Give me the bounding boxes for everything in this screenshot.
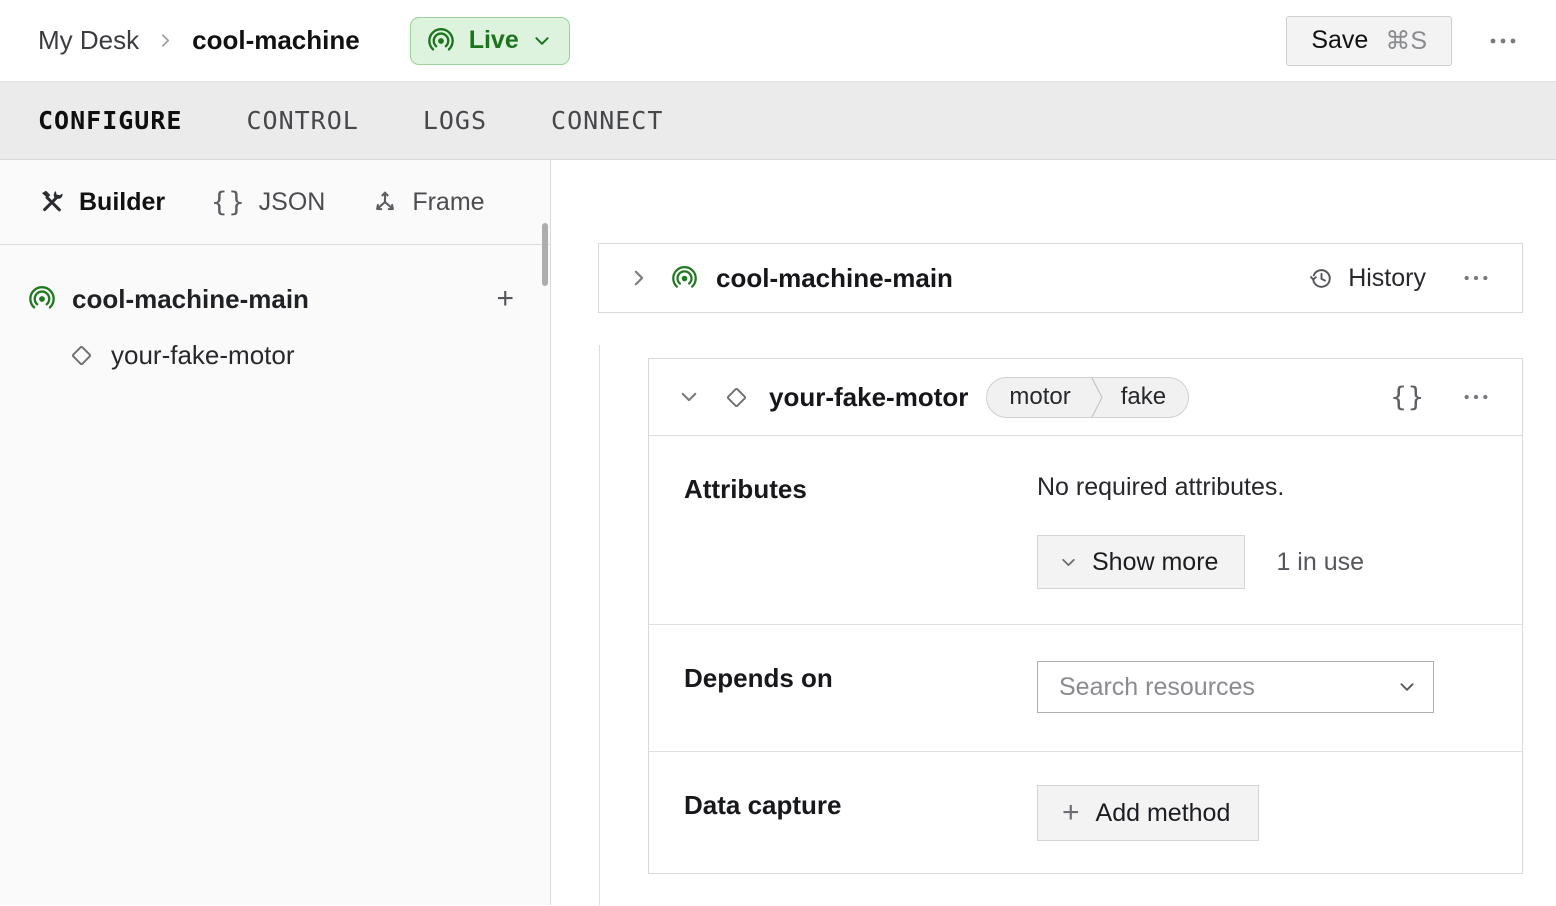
frame-axes-icon	[371, 188, 399, 216]
plus-icon: +	[1062, 796, 1080, 829]
attributes-empty-text: No required attributes.	[1037, 473, 1285, 501]
breadcrumb: My Desk cool-machine	[38, 25, 360, 56]
config-main-panel: cool-machine-main History your-fake-moto…	[551, 160, 1556, 905]
breadcrumb-my-desk[interactable]: My Desk	[38, 25, 139, 56]
machine-status-dropdown[interactable]: Live	[409, 16, 570, 65]
part-card-title: cool-machine-main	[716, 262, 953, 293]
attributes-in-use-count: 1 in use	[1276, 547, 1365, 576]
tree-item-part[interactable]: cool-machine-main +	[0, 271, 550, 327]
mode-frame-label: Frame	[412, 187, 485, 216]
save-button[interactable]: Save ⌘S	[1286, 15, 1452, 66]
show-more-label: Show more	[1092, 547, 1219, 576]
component-type-badge: motor fake	[986, 376, 1190, 418]
add-method-label: Add method	[1095, 798, 1231, 827]
sidebar-scrollbar-thumb[interactable]	[542, 223, 548, 286]
tab-bar: CONFIGURE CONTROL LOGS CONNECT	[0, 82, 1556, 160]
history-clock-icon	[1308, 265, 1335, 292]
tab-configure[interactable]: CONFIGURE	[38, 106, 182, 135]
breadcrumb-machine-name: cool-machine	[192, 25, 360, 55]
save-shortcut-hint: ⌘S	[1385, 26, 1427, 55]
badge-divider-icon	[1091, 377, 1105, 417]
badge-model: fake	[1120, 383, 1167, 410]
attributes-section: Attributes No required attributes. Show …	[649, 436, 1522, 624]
tree-guide-line	[599, 345, 600, 905]
show-more-button[interactable]: Show more	[1037, 535, 1246, 589]
machine-part-icon	[28, 285, 56, 313]
part-expand-chevron-icon[interactable]	[629, 268, 649, 288]
builder-tools-icon	[38, 188, 66, 216]
badge-type: motor	[1009, 383, 1071, 410]
mode-frame[interactable]: Frame	[371, 187, 485, 217]
viam-live-icon	[427, 27, 455, 55]
chevron-down-icon	[1060, 554, 1077, 571]
component-collapse-chevron-icon[interactable]	[679, 387, 699, 407]
component-card-title: your-fake-motor	[769, 381, 969, 412]
tab-connect[interactable]: CONNECT	[551, 106, 663, 135]
depends-on-section: Depends on	[649, 624, 1522, 751]
component-diamond-icon	[68, 342, 95, 369]
part-overflow-menu-button[interactable]	[1460, 267, 1492, 289]
add-method-button[interactable]: + Add method	[1037, 785, 1260, 841]
part-card: cool-machine-main History	[598, 243, 1523, 313]
machine-part-icon	[671, 265, 698, 292]
component-overflow-menu-button[interactable]	[1460, 386, 1492, 408]
history-label: History	[1348, 263, 1426, 292]
chevron-down-icon	[533, 32, 551, 50]
save-label: Save	[1311, 26, 1369, 54]
depends-on-select	[1037, 661, 1434, 713]
top-header: My Desk cool-machine Live Save ⌘S	[0, 0, 1556, 82]
search-resources-input[interactable]	[1037, 661, 1434, 713]
header-overflow-menu-button[interactable]	[1486, 30, 1520, 52]
data-capture-section: Data capture + Add method	[649, 751, 1522, 873]
mode-builder[interactable]: Builder	[38, 188, 165, 217]
resource-tree: cool-machine-main + your-fake-motor	[0, 245, 550, 383]
component-json-button[interactable]: {}	[1390, 382, 1425, 413]
mode-json[interactable]: {} JSON	[211, 187, 325, 218]
data-capture-label: Data capture	[684, 790, 842, 820]
component-card-header: your-fake-motor motor fake {}	[649, 359, 1522, 436]
tree-item-component[interactable]: your-fake-motor	[0, 327, 550, 383]
config-sidebar: Builder {} JSON Frame cool-machine-main …	[0, 160, 551, 905]
breadcrumb-chevron-icon	[157, 32, 174, 49]
tree-part-label: cool-machine-main	[72, 283, 309, 314]
history-button[interactable]: History	[1308, 264, 1426, 293]
component-diamond-icon	[723, 384, 750, 411]
tab-control[interactable]: CONTROL	[246, 106, 358, 135]
depends-on-label: Depends on	[684, 663, 833, 693]
attributes-label: Attributes	[684, 474, 807, 504]
live-status-label: Live	[468, 26, 519, 54]
add-resource-button[interactable]: +	[496, 284, 514, 314]
mode-json-label: JSON	[258, 187, 326, 216]
view-mode-switcher: Builder {} JSON Frame	[0, 160, 550, 245]
tab-logs[interactable]: LOGS	[423, 106, 487, 135]
tree-component-label: your-fake-motor	[111, 339, 295, 370]
mode-builder-label: Builder	[79, 187, 166, 216]
braces-icon: {}	[211, 186, 246, 218]
component-card: your-fake-motor motor fake {} Attributes…	[648, 358, 1523, 874]
